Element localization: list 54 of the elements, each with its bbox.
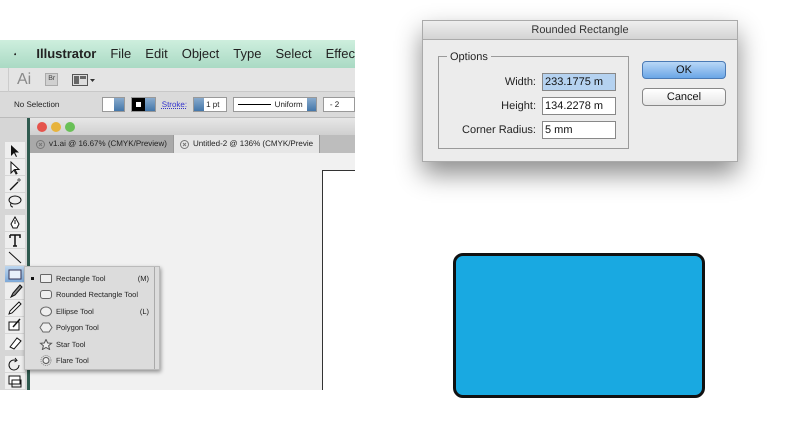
app-menu[interactable]: Illustrator [36, 44, 96, 64]
tool-button[interactable] [5, 193, 25, 209]
dialog-button[interactable]: Cancel [642, 88, 726, 106]
profile-dropdown[interactable]: Uniform [232, 97, 317, 112]
document-tab[interactable]: v1.ai @ 16.67% (CMYK/Preview) [30, 135, 174, 153]
document-tab[interactable]: Untitled-2 @ 136% (CMYK/Previe [174, 135, 320, 153]
polygon-shape-icon [39, 322, 53, 334]
scale-icon [6, 374, 24, 388]
menu-item[interactable]: Effec [326, 44, 355, 64]
selection-label: No Selection [14, 98, 60, 110]
flare-shape-icon [39, 355, 53, 366]
stroke-dropdown[interactable] [130, 97, 156, 112]
close-icon[interactable] [180, 140, 189, 148]
tool-button[interactable] [5, 232, 25, 248]
line-icon [6, 250, 24, 264]
workspace-switcher-icon[interactable] [72, 74, 96, 86]
menu-item[interactable]: Edit [145, 44, 168, 64]
rectangle-icon [6, 266, 24, 282]
tool-button[interactable] [5, 159, 25, 175]
star-shape-icon [39, 338, 53, 350]
field-label: Corner Radius: [462, 122, 536, 138]
tool-button[interactable] [5, 142, 25, 158]
field-label: Width: [504, 74, 536, 90]
dialog-button[interactable]: OK [642, 61, 726, 79]
tool-button[interactable] [5, 300, 25, 316]
stroke-weight-field[interactable]: 1 pt [193, 97, 227, 112]
tool-button[interactable] [5, 317, 25, 333]
tool-button[interactable] [5, 356, 25, 372]
dialog-title: Rounded Rectangle [423, 21, 737, 40]
tool-button[interactable] [5, 266, 25, 282]
group-label: Options [447, 49, 491, 66]
pencil-icon [6, 300, 24, 316]
menu-item[interactable]: Type [233, 44, 262, 64]
rounded-rectangle-shape-icon [39, 289, 53, 300]
tool-button[interactable] [5, 215, 25, 231]
input-field[interactable]: 233.1775 m [542, 73, 616, 91]
tool-button[interactable] [5, 176, 25, 192]
ellipse-shape-icon [39, 306, 53, 317]
field-label: Height: [501, 98, 536, 114]
menu-item[interactable]: File [110, 44, 132, 64]
tool-button[interactable] [5, 334, 25, 350]
menu-item[interactable]: Select [275, 44, 312, 64]
input-field[interactable]: 134.2278 m [542, 97, 616, 115]
input-field[interactable]: 5 mm [542, 121, 616, 139]
brush-field[interactable]: - 2 [322, 97, 355, 112]
menu-item[interactable]: Object [182, 44, 220, 64]
tool-button[interactable] [5, 373, 25, 389]
stroke-link[interactable]: Stroke: [162, 98, 188, 110]
lasso-icon [6, 194, 24, 208]
fill-dropdown[interactable] [102, 97, 125, 112]
tool-button[interactable] [5, 249, 25, 265]
tool-button[interactable] [5, 283, 25, 299]
rectangle-shape-icon [39, 272, 53, 284]
close-button[interactable] [37, 122, 47, 132]
